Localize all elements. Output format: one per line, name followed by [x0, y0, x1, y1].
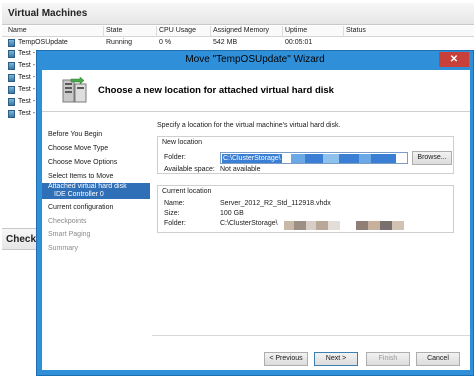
redacted-block [328, 221, 340, 230]
col-state[interactable]: State [106, 27, 122, 34]
wizard-nav: Before You Begin Choose Move Type Choose… [42, 113, 150, 370]
col-separator [282, 26, 283, 37]
redacted-block [380, 221, 392, 230]
new-location-title: New location [162, 139, 203, 146]
virtual-machines-header: Virtual Machines [2, 3, 474, 25]
redacted-block [294, 221, 306, 230]
redacted-block [291, 154, 305, 163]
vm-name: Test - [18, 74, 36, 81]
vm-name: Test - [18, 110, 36, 117]
intro-text: Specify a location for the virtual machi… [157, 122, 341, 129]
nav-item-attached-vhd[interactable]: Attached virtual hard disk IDE Controlle… [42, 183, 150, 199]
available-space-value: Not available [220, 166, 261, 173]
redacted-block [371, 154, 396, 163]
nav-item-choose-move-type[interactable]: Choose Move Type [48, 145, 108, 152]
finish-button: Finish [366, 352, 410, 366]
col-separator [210, 26, 211, 37]
vm-uptime: 00:05:01 [285, 39, 313, 46]
nav-item-checkpoints: Checkpoints [48, 218, 87, 225]
redacted-block [316, 221, 328, 230]
col-status[interactable]: Status [346, 27, 366, 34]
col-uptime[interactable]: Uptime [285, 27, 307, 34]
available-space-label: Available space: [164, 166, 215, 173]
col-separator [156, 26, 157, 37]
size-value: 100 GB [220, 210, 244, 217]
nav-selected-line1: Attached virtual hard disk [48, 183, 127, 190]
browse-button[interactable]: Browse... [412, 151, 452, 165]
wizard-title: Move "TempOSUpdate" Wizard [185, 54, 325, 65]
folder-input-value: C:\ClusterStorage\ [222, 154, 282, 163]
name-value: Server_2012_R2_Std_112918.vhdx [220, 200, 331, 207]
folder-label: Folder: [164, 154, 186, 161]
redacted-block [368, 221, 380, 230]
current-folder-value: C:\ClusterStorage\ [220, 220, 278, 227]
vm-memory: 542 MB [213, 39, 238, 46]
previous-button[interactable]: < Previous [264, 352, 308, 366]
vm-name: Test - [18, 98, 36, 105]
nav-item-current-configuration[interactable]: Current configuration [48, 204, 113, 211]
move-wizard-window: Move "TempOSUpdate" Wizard ✕ Choose a ne… [36, 50, 474, 376]
redacted-block [305, 154, 323, 163]
redacted-block [323, 154, 339, 163]
vm-icon [8, 62, 15, 70]
current-location-group: Current location Name: Server_2012_R2_St… [157, 185, 454, 233]
col-separator [103, 26, 104, 37]
col-cpu[interactable]: CPU Usage [159, 27, 196, 34]
close-button[interactable]: ✕ [439, 52, 469, 67]
folder-input[interactable]: C:\ClusterStorage\ [220, 152, 408, 164]
current-location-title: Current location [162, 188, 212, 195]
vm-icon [8, 74, 15, 82]
col-separator [343, 26, 344, 37]
vm-name: Test - [18, 62, 36, 69]
size-label: Size: [164, 210, 180, 217]
redacted-block [392, 221, 404, 230]
next-button[interactable]: Next > [314, 352, 358, 366]
footer-divider [152, 335, 470, 336]
nav-item-choose-move-options[interactable]: Choose Move Options [48, 159, 117, 166]
wizard-titlebar[interactable]: Move "TempOSUpdate" Wizard ✕ [37, 51, 473, 69]
nav-item-before-you-begin[interactable]: Before You Begin [48, 131, 102, 138]
vm-icon [8, 86, 15, 94]
vm-icon [8, 110, 15, 118]
redacted-block [306, 221, 316, 230]
server-move-icon [62, 76, 87, 103]
virtual-machines-title: Virtual Machines [8, 8, 88, 19]
vm-name: Test - [18, 50, 36, 57]
table-row[interactable]: TempOSUpdate Running 0 % 542 MB 00:05:01 [2, 38, 474, 49]
cancel-button[interactable]: Cancel [416, 352, 460, 366]
redacted-block [339, 154, 359, 163]
vm-table-header: Name State CPU Usage Assigned Memory Upt… [2, 26, 474, 37]
vm-icon [8, 50, 15, 58]
wizard-main: Specify a location for the virtual machi… [152, 113, 470, 370]
nav-item-select-items[interactable]: Select Items to Move [48, 173, 113, 180]
redacted-block [284, 221, 294, 230]
vm-name: TempOSUpdate [18, 39, 68, 46]
nav-item-smart-paging: Smart Paging [48, 231, 91, 238]
name-label: Name: [164, 200, 185, 207]
redacted-block [359, 154, 371, 163]
vm-cpu: 0 % [159, 39, 172, 46]
col-name[interactable]: Name [8, 27, 27, 34]
wizard-body: Choose a new location for attached virtu… [42, 70, 470, 370]
nav-item-summary: Summary [48, 245, 78, 252]
wizard-heading: Choose a new location for attached virtu… [98, 85, 334, 96]
vm-icon [8, 98, 15, 106]
vm-icon [8, 39, 15, 47]
nav-selected-line2: IDE Controller 0 [54, 191, 104, 198]
redacted-block [356, 221, 368, 230]
wizard-header: Choose a new location for attached virtu… [42, 70, 470, 112]
vm-name: Test - [18, 86, 36, 93]
vm-state: Running [106, 39, 133, 46]
current-folder-label: Folder: [164, 220, 186, 227]
col-memory[interactable]: Assigned Memory [213, 27, 269, 34]
new-location-group: New location Folder: C:\ClusterStorage\ … [157, 136, 454, 174]
